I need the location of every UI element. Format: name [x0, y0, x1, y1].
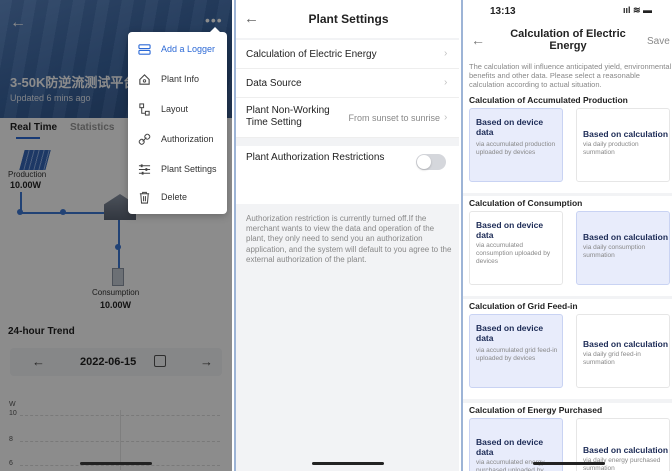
option-device-data[interactable]: Based on device data via accumulated con… — [469, 211, 563, 285]
option-desc: via accumulated energy purchased uploade… — [476, 459, 545, 471]
row-label: Data Source — [246, 78, 302, 89]
menu-item-label: Layout — [161, 104, 189, 114]
section-grid-feed-in: Calculation of Grid Feed-in Based on dev… — [463, 299, 672, 399]
menu-item-add-logger[interactable]: Add a Logger — [128, 36, 227, 64]
save-button[interactable]: Save — [647, 36, 670, 47]
more-options-menu: Add a Logger Plant Info Layout Authoriza… — [128, 27, 227, 214]
home-indicator — [533, 462, 605, 465]
section-title: Calculation of Accumulated Production — [469, 95, 628, 105]
option-desc: via daily consumption summation — [583, 244, 646, 259]
option-title: Based on calculation — [583, 129, 669, 139]
row-label: Plant Non-Working Time Setting — [246, 105, 330, 128]
plant-overview-panel: ← ••• 3-50K防逆流测试平台 Updated 6 mins ago Re… — [0, 0, 232, 471]
page-title: Calculation of Electric Energy — [510, 28, 626, 52]
option-title: Based on device data — [476, 323, 544, 343]
option-title: Based on calculation — [583, 445, 669, 455]
menu-item-authorization[interactable]: Authorization — [128, 126, 227, 154]
menu-item-label: Authorization — [161, 134, 214, 144]
option-device-data[interactable]: Based on device data via accumulated gri… — [469, 314, 563, 388]
option-desc: via accumulated grid feed-in uploaded by… — [476, 347, 558, 362]
chevron-right-icon: › — [444, 77, 448, 88]
option-title: Based on device data — [476, 220, 544, 240]
menu-item-label: Plant Settings — [161, 164, 217, 174]
menu-item-delete[interactable]: Delete — [128, 184, 227, 212]
option-title: Based on device data — [476, 117, 544, 137]
home-indicator — [312, 462, 384, 465]
logger-icon — [138, 44, 151, 55]
menu-item-label: Add a Logger — [161, 44, 216, 54]
menu-item-plant-info[interactable]: Plant Info — [128, 66, 227, 94]
option-title: Based on calculation — [583, 339, 669, 349]
option-desc: via daily production summation — [583, 141, 639, 156]
menu-item-plant-settings[interactable]: Plant Settings — [128, 156, 227, 184]
option-calculation[interactable]: Based on calculation via daily productio… — [576, 108, 670, 182]
layout-icon — [139, 103, 150, 116]
settings-row-non-working-time[interactable]: Plant Non-Working Time Setting From suns… — [236, 98, 459, 138]
option-title: Based on calculation — [583, 232, 669, 242]
menu-item-label: Delete — [161, 192, 188, 202]
row-value: From sunset to sunrise — [348, 113, 440, 123]
status-time: 13:13 — [490, 6, 516, 17]
header: ← Calculation of Electric Energy Save — [463, 22, 672, 60]
intro-text: The calculation will influence anticipat… — [469, 62, 672, 89]
settings-row-data-source[interactable]: Data Source › — [236, 69, 459, 98]
chevron-right-icon: › — [444, 112, 448, 123]
header: ← Plant Settings — [236, 0, 459, 38]
authorization-note: Authorization restriction is currently t… — [246, 214, 452, 264]
back-arrow-icon[interactable]: ← — [471, 32, 485, 48]
authorization-toggle[interactable] — [416, 154, 446, 170]
section-energy-purchased: Calculation of Energy Purchased Based on… — [463, 403, 672, 471]
home-icon — [139, 74, 150, 85]
row-label: Calculation of Electric Energy — [246, 49, 377, 60]
settings-row-electric-energy[interactable]: Calculation of Electric Energy › — [236, 40, 459, 69]
section-title: Calculation of Grid Feed-in — [469, 301, 578, 311]
option-desc: via daily grid feed-in summation — [583, 351, 641, 366]
chevron-right-icon: › — [444, 48, 448, 59]
option-calculation[interactable]: Based on calculation via daily consumpti… — [576, 211, 670, 285]
toggle-knob — [417, 155, 431, 169]
option-desc: via accumulated production uploaded by d… — [476, 141, 556, 156]
menu-item-layout[interactable]: Layout — [128, 96, 227, 124]
trash-icon — [139, 191, 150, 204]
link-icon — [138, 133, 151, 145]
section-title: Calculation of Energy Purchased — [469, 405, 603, 415]
option-device-data[interactable]: Based on device data via accumulated pro… — [469, 108, 563, 182]
option-calculation[interactable]: Based on calculation via daily grid feed… — [576, 314, 670, 388]
status-icons: ııl ≋ ▬ — [623, 5, 653, 15]
section-title: Calculation of Consumption — [469, 198, 583, 208]
home-indicator — [80, 462, 152, 465]
settings-list-icon — [138, 164, 151, 175]
section-consumption: Calculation of Consumption Based on devi… — [463, 196, 672, 296]
row-label: Plant Authorization Restrictions — [246, 152, 385, 163]
plant-settings-panel: ← Plant Settings Calculation of Electric… — [234, 0, 459, 471]
settings-row-authorization: Plant Authorization Restrictions — [236, 146, 459, 204]
option-title: Based on device data — [476, 437, 544, 457]
electric-energy-panel: 13:13 ııl ≋ ▬ ← Calculation of Electric … — [461, 0, 672, 471]
option-desc: via accumulated consumption uploaded by … — [476, 242, 551, 265]
section-accumulated-production: Calculation of Accumulated Production Ba… — [463, 93, 672, 193]
menu-item-label: Plant Info — [161, 74, 200, 84]
status-bar: 13:13 ııl ≋ ▬ — [463, 0, 672, 22]
page-title: Plant Settings — [308, 12, 389, 26]
